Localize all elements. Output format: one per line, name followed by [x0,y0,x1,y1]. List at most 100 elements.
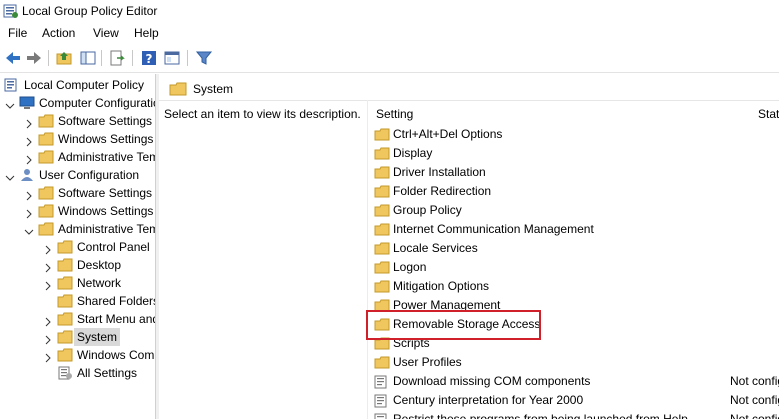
setting-label: Century interpretation for Year 2000 [393,393,584,407]
chevron-right-icon[interactable] [24,152,34,165]
folder-icon [169,82,187,99]
tree-node-label: Control Panel [77,240,150,254]
folder-icon [38,204,54,223]
tree-node-label: Local Computer Policy [24,78,145,92]
policy-setting-icon [374,413,388,419]
toolbar-separator [48,50,49,66]
tree-node-label: Computer Configuration [39,96,156,110]
chevron-right-icon[interactable] [24,116,34,129]
chevron-down-icon[interactable] [24,224,34,235]
content-pane: System Select an item to view its descri… [159,74,779,419]
setting-folder-row[interactable]: Logon [372,258,779,277]
setting-folder-row[interactable]: Display [372,144,779,163]
folder-icon [57,276,73,295]
setting-label: Internet Communication Management [393,222,594,236]
tree-node-label: Windows Components [77,348,155,362]
folder-icon [38,132,54,151]
chevron-right-icon[interactable] [43,314,53,327]
chevron-right-icon[interactable] [24,134,34,147]
setting-label: Logon [393,260,427,274]
tree-node-label: User Configuration [39,168,140,182]
setting-label: Locale Services [393,241,478,255]
export-list-icon[interactable] [108,49,126,67]
tree-node-label: Administrative Templates [58,222,155,236]
content-header-title: System [193,82,234,96]
setting-label: Download missing COM components [393,374,591,388]
setting-label: User Profiles [393,355,462,369]
properties-icon[interactable] [163,49,181,67]
svg-text:?: ? [146,52,153,66]
chevron-right-icon[interactable] [43,242,53,255]
folder-icon [57,312,73,331]
user-icon [19,168,35,187]
setting-folder-row[interactable]: Group Policy [372,201,779,220]
tree-node-label: Desktop [77,258,122,272]
chevron-right-icon[interactable] [24,188,34,201]
help-icon[interactable]: ? [140,49,158,67]
setting-folder-row[interactable]: Driver Installation [372,163,779,182]
chevron-down-icon[interactable] [5,170,15,181]
column-header-setting[interactable]: Setting [376,107,413,121]
setting-label: Folder Redirection [393,184,492,198]
toolbar: ? [0,44,779,73]
chevron-down-icon[interactable] [5,98,15,109]
menu-action[interactable]: Action [40,26,77,40]
setting-label: Restrict these programs from being launc… [393,412,688,419]
menu-help[interactable]: Help [132,26,161,40]
setting-folder-row[interactable]: Folder Redirection [372,182,779,201]
chevron-right-icon[interactable] [43,260,53,273]
highlight-annotation-box [366,310,541,340]
chevron-right-icon[interactable] [24,206,34,219]
all-settings-icon [57,366,73,385]
folder-icon [57,294,73,313]
tree-node-label: Windows Settings [58,132,154,146]
setting-folder-row[interactable]: Locale Services [372,239,779,258]
toolbar-separator [101,50,102,66]
folder-icon [38,222,54,241]
folder-icon [57,240,73,259]
toolbar-separator [187,50,188,66]
back-icon[interactable] [4,49,22,67]
column-header-state[interactable]: State [758,107,779,121]
folder-icon [57,258,73,277]
content-header: System [159,78,779,101]
forward-icon[interactable] [25,49,43,67]
computer-icon [19,96,35,115]
description-text: Select an item to view its description. [164,107,361,121]
setting-label: Display [393,146,433,160]
setting-folder-row[interactable]: User Profiles [372,353,779,372]
setting-row[interactable]: Restrict these programs from being launc… [372,410,779,419]
show-hide-tree-icon[interactable] [79,49,97,67]
setting-folder-row[interactable]: Ctrl+Alt+Del Options [372,125,779,144]
folder-icon [38,186,54,205]
setting-folder-row[interactable]: Internet Communication Management [372,220,779,239]
tree-node-label: Windows Settings [58,204,154,218]
tree-node-label: Network [77,276,122,290]
navigation-tree: Local Computer Policy Computer Configura… [0,74,156,419]
tree-node-label: Start Menu and Taskbar [77,312,155,326]
policy-icon [4,78,20,97]
group-policy-app-icon [3,3,19,22]
setting-row[interactable]: Century interpretation for Year 2000 Not … [372,391,779,410]
toolbar-separator [132,50,133,66]
filter-icon[interactable] [195,49,213,67]
tree-node-label: Shared Folders [77,294,156,308]
up-folder-icon[interactable] [55,49,73,67]
menu-bar: File Action View Help [0,23,779,43]
menu-file[interactable]: File [6,26,29,40]
menu-view[interactable]: View [91,26,121,40]
chevron-right-icon[interactable] [43,350,53,363]
chevron-right-icon[interactable] [43,332,53,345]
setting-label: Group Policy [393,203,462,217]
column-divider[interactable] [367,100,368,419]
title-bar: Local Group Policy Editor [0,0,779,22]
setting-state: Not configured [730,412,779,419]
tree-node-label: Software Settings [58,114,153,128]
tree-node-label: Software Settings [58,186,153,200]
chevron-right-icon[interactable] [43,278,53,291]
window-title: Local Group Policy Editor [22,4,158,18]
setting-folder-row[interactable]: Mitigation Options [372,277,779,296]
setting-label: Ctrl+Alt+Del Options [393,127,503,141]
setting-row[interactable]: Download missing COM components Not confi… [372,372,779,391]
folder-icon [38,114,54,133]
